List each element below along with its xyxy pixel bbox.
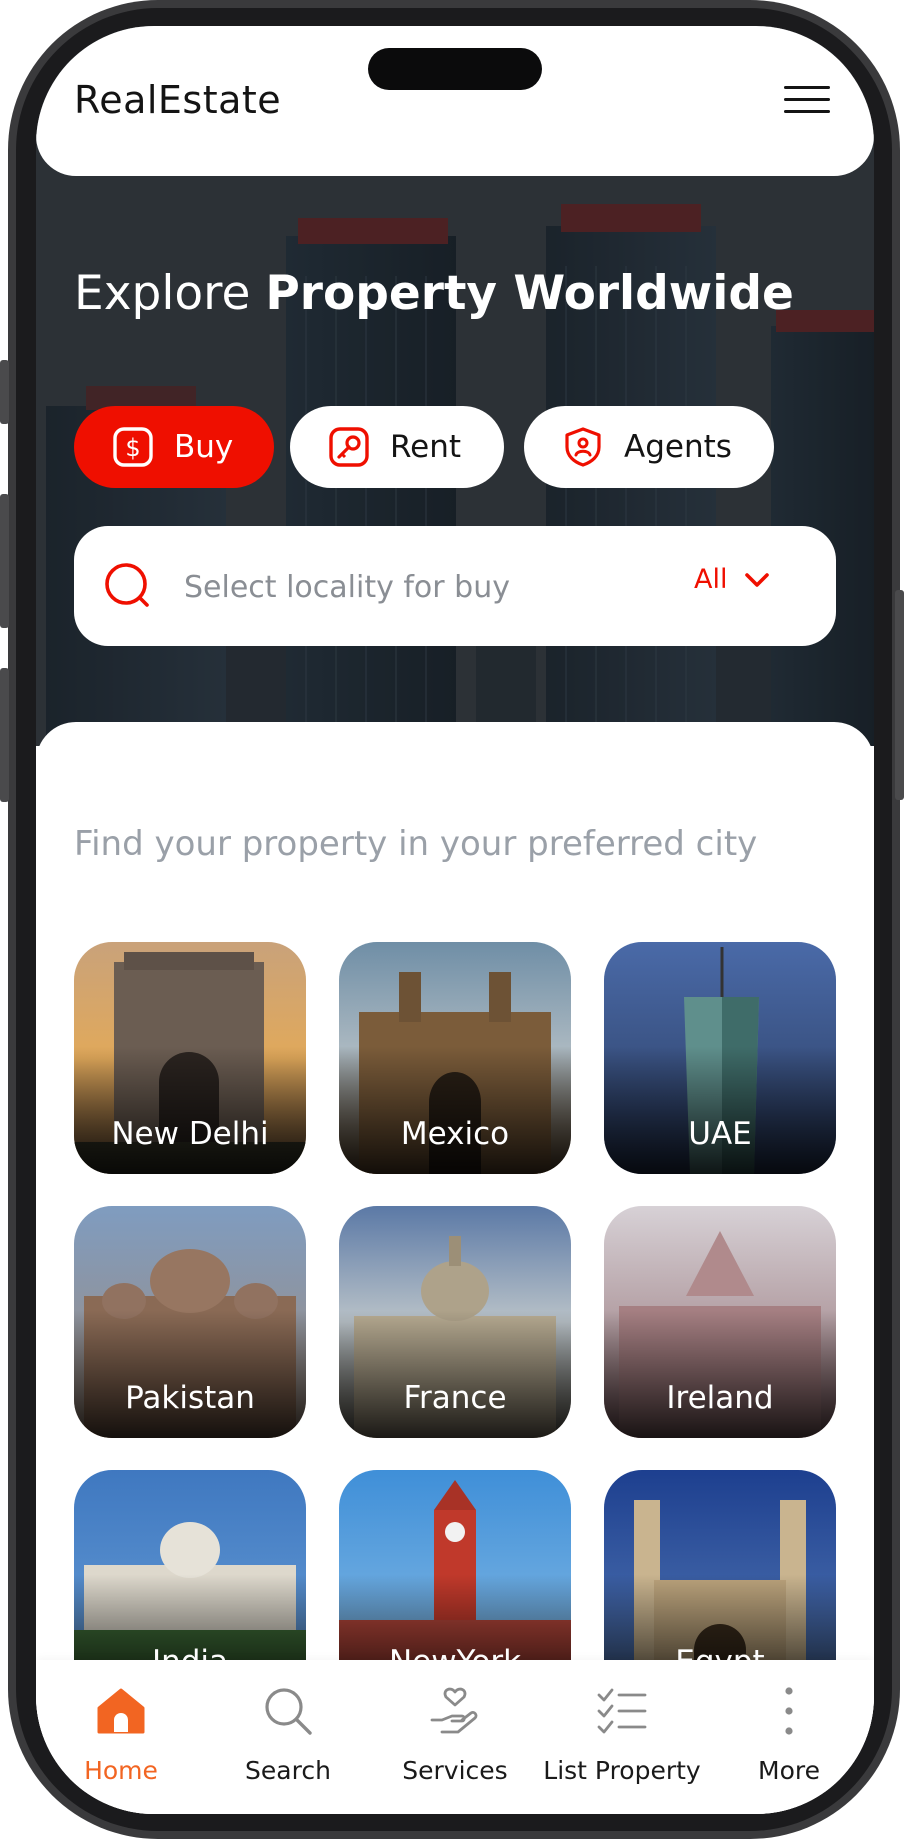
nav-item-more[interactable]: More: [709, 1660, 869, 1814]
tab-agents[interactable]: Agents: [524, 406, 774, 488]
tab-rent[interactable]: Rent: [290, 406, 504, 488]
locality-search-input[interactable]: [182, 556, 656, 618]
phone-action-button: [0, 360, 9, 424]
hamburger-menu-button[interactable]: [784, 84, 834, 116]
city-name-label: Mexico: [400, 1116, 510, 1152]
city-name-label: UAE: [688, 1116, 752, 1152]
search-icon[interactable]: [102, 560, 154, 612]
menu-line-icon: [784, 86, 830, 89]
headline-bold-text: Property Worldwide: [265, 266, 794, 321]
hero-headline: Explore Property Worldwide: [74, 266, 794, 321]
nav-item-home[interactable]: Home: [41, 1660, 201, 1814]
city-card-france[interactable]: France: [339, 1206, 571, 1438]
dynamic-island: [368, 48, 542, 90]
nav-label-list-property: List Property: [543, 1756, 701, 1785]
locality-search-bar: All: [74, 526, 836, 646]
checklist-icon: [595, 1684, 649, 1738]
tab-agents-label: Agents: [624, 429, 732, 465]
key-icon: [328, 426, 370, 468]
city-card-mexico[interactable]: Mexico: [339, 942, 571, 1174]
city-name-label: Pakistan: [125, 1380, 255, 1416]
tab-buy-label: Buy: [174, 429, 234, 465]
services-icon: [428, 1684, 482, 1738]
nav-item-services[interactable]: Services: [375, 1660, 535, 1814]
app-screen: Explore Property Worldwide $ Buy Rent Ag…: [36, 26, 874, 1814]
phone-power-button: [895, 590, 904, 800]
phone-volume-up-button: [0, 494, 9, 628]
dollar-icon: $: [112, 426, 154, 468]
city-card-uae[interactable]: UAE: [604, 942, 836, 1174]
city-card-ireland[interactable]: Ireland: [604, 1206, 836, 1438]
city-section: Find your property in your preferred cit…: [36, 722, 874, 1814]
city-card-new-delhi[interactable]: New Delhi: [74, 942, 306, 1174]
nav-label-more: More: [758, 1756, 820, 1785]
svg-text:$: $: [125, 434, 140, 462]
nav-label-home: Home: [84, 1756, 158, 1785]
nav-label-services: Services: [402, 1756, 508, 1785]
nav-label-search: Search: [245, 1756, 331, 1785]
tab-buy[interactable]: $ Buy: [74, 406, 274, 488]
tab-rent-label: Rent: [390, 429, 462, 465]
phone-volume-down-button: [0, 668, 9, 802]
bottom-navigation-bar: Home Search Services List Property More: [36, 1660, 874, 1814]
more-vertical-icon: [762, 1684, 816, 1738]
city-name-label: France: [403, 1380, 507, 1416]
city-name-label: New Delhi: [111, 1116, 269, 1152]
search-icon: [261, 1684, 315, 1738]
city-card-pakistan[interactable]: Pakistan: [74, 1206, 306, 1438]
home-icon: [94, 1684, 148, 1738]
nav-item-list-property[interactable]: List Property: [542, 1660, 702, 1814]
agent-badge-icon: [562, 426, 604, 468]
filter-selected-value: All: [694, 564, 728, 595]
menu-line-icon: [784, 110, 830, 113]
section-subtitle: Find your property in your preferred cit…: [74, 824, 758, 864]
city-name-label: Ireland: [666, 1380, 774, 1416]
app-logo-text: RealEstate: [74, 78, 282, 122]
property-type-filter-dropdown[interactable]: All: [694, 564, 771, 595]
nav-item-search[interactable]: Search: [208, 1660, 368, 1814]
chevron-down-icon: [743, 570, 771, 590]
menu-line-icon: [784, 98, 830, 101]
headline-light-text: Explore: [74, 266, 251, 321]
